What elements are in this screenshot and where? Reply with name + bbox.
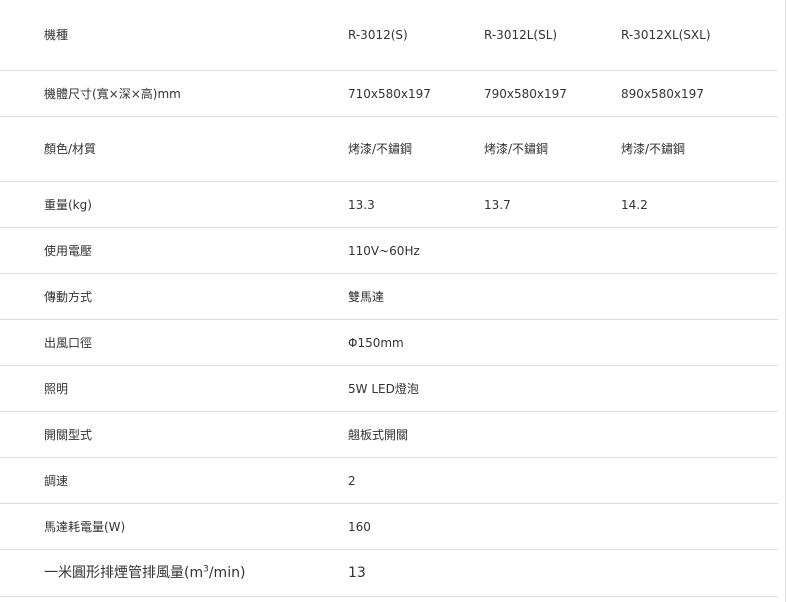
cell-value: 5W LED燈泡 <box>348 381 419 396</box>
row-label: 一米圓形排煙管排風量(m3/min) <box>0 550 348 597</box>
cell-value: 160 <box>348 519 371 534</box>
row-label: 調速 <box>44 473 69 488</box>
model-name-sxl: R-3012XL(SXL) <box>621 28 711 42</box>
table-row-dimensions: 機體尺寸(寬×深×高)mm 710x580x197 790x580x197 89… <box>0 71 778 117</box>
row-label: 機體尺寸(寬×深×高)mm <box>44 86 181 101</box>
row-label: 機種 <box>44 28 69 42</box>
model-name-sl: R-3012L(SL) <box>484 28 558 42</box>
cell-value: 烤漆/不鏽鋼 <box>484 142 549 156</box>
cell-value: 710x580x197 <box>348 86 431 101</box>
cell-value: 雙馬達 <box>348 289 385 304</box>
table-row-outlet: 出風口徑 Φ150mm <box>0 320 778 366</box>
airflow-label-suffix: /min) <box>208 565 246 581</box>
row-label: 馬達耗電量(W) <box>44 519 126 534</box>
spec-table: 機種 R-3012(S) R-3012L(SL) R-3012XL(SXL) 機… <box>0 0 778 597</box>
cell-value: 13 <box>348 565 366 581</box>
cell-value: 13.3 <box>348 197 375 212</box>
row-label: 重量(kg) <box>44 197 92 212</box>
cell-value: 890x580x197 <box>621 86 704 101</box>
cell-value: Φ150mm <box>348 335 404 350</box>
row-label: 使用電壓 <box>44 243 93 258</box>
airflow-label-prefix: 一米圓形排煙管排風量(m <box>44 565 204 581</box>
spec-page: 機種 R-3012(S) R-3012L(SL) R-3012XL(SXL) 機… <box>0 0 786 602</box>
table-row-model: 機種 R-3012(S) R-3012L(SL) R-3012XL(SXL) <box>0 0 778 71</box>
table-row-speed: 調速 2 <box>0 458 778 504</box>
row-label: 照明 <box>44 381 69 396</box>
row-label: 傳動方式 <box>44 289 93 304</box>
table-row-drive: 傳動方式 雙馬達 <box>0 274 778 320</box>
table-row-color-material: 顏色/材質 烤漆/不鏽鋼 烤漆/不鏽鋼 烤漆/不鏽鋼 <box>0 117 778 182</box>
cell-value: 2 <box>348 473 356 488</box>
cell-value: 烤漆/不鏽鋼 <box>621 142 686 156</box>
table-row-switch: 開關型式 翹板式開關 <box>0 412 778 458</box>
cell-value: 烤漆/不鏽鋼 <box>348 142 413 156</box>
table-row-voltage: 使用電壓 110V~60Hz <box>0 228 778 274</box>
model-name-s: R-3012(S) <box>348 28 408 42</box>
row-label: 出風口徑 <box>44 335 93 350</box>
table-row-lighting: 照明 5W LED燈泡 <box>0 366 778 412</box>
cell-value: 13.7 <box>484 197 511 212</box>
cell-value: 14.2 <box>621 197 648 212</box>
cell-value: 790x580x197 <box>484 86 567 101</box>
table-row-airflow: 一米圓形排煙管排風量(m3/min) 13 <box>0 550 778 597</box>
row-label: 開關型式 <box>44 427 93 442</box>
table-row-weight: 重量(kg) 13.3 13.7 14.2 <box>0 182 778 228</box>
cell-value: 110V~60Hz <box>348 243 420 258</box>
cell-value: 翹板式開關 <box>348 427 409 442</box>
table-row-power: 馬達耗電量(W) 160 <box>0 504 778 550</box>
row-label: 顏色/材質 <box>44 142 97 156</box>
